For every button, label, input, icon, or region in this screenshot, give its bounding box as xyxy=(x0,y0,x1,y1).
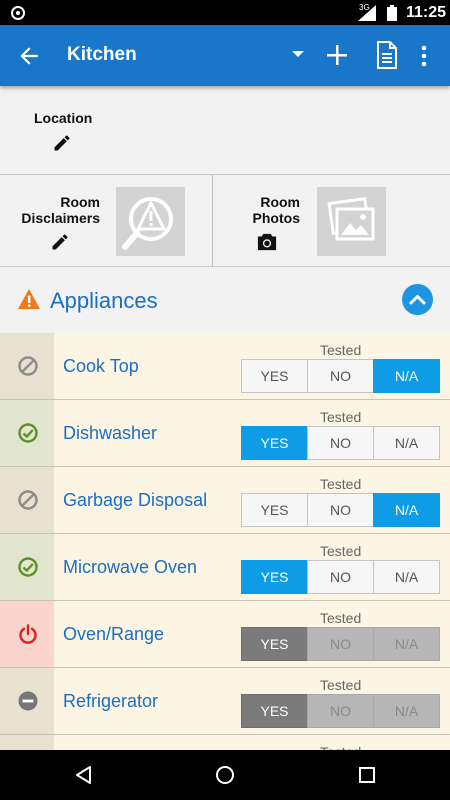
battery-icon xyxy=(387,5,397,21)
appliance-row[interactable]: Tested xyxy=(0,735,450,750)
tested-no-button[interactable]: NO xyxy=(307,359,374,393)
add-icon[interactable] xyxy=(326,44,348,66)
page-title[interactable]: Kitchen xyxy=(67,44,137,66)
appliance-row[interactable]: Oven/Range Tested YES NO N/A xyxy=(0,601,450,668)
tested-yes-button: YES xyxy=(241,627,308,661)
tested-yes-button[interactable]: YES xyxy=(241,359,308,393)
tested-no-button[interactable]: NO xyxy=(307,560,374,594)
chevron-up-icon xyxy=(409,295,426,305)
more-vert-icon[interactable] xyxy=(419,45,429,67)
tested-label: Tested xyxy=(320,476,362,492)
photos-placeholder-icon[interactable] xyxy=(317,187,386,256)
tested-toggle: YES NO N/A xyxy=(241,694,442,728)
tested-na-button[interactable]: N/A xyxy=(373,426,440,460)
camera-icon[interactable] xyxy=(256,232,278,252)
appliance-name[interactable]: Refrigerator xyxy=(63,691,158,712)
edit-location-icon[interactable] xyxy=(52,133,72,153)
power-icon xyxy=(19,624,37,644)
appliance-row[interactable]: Microwave Oven Tested YES NO N/A xyxy=(0,534,450,601)
appliance-name[interactable]: Cook Top xyxy=(63,356,139,377)
tested-na-button[interactable]: N/A xyxy=(373,493,440,527)
tested-yes-button: YES xyxy=(241,694,308,728)
tested-na-button: N/A xyxy=(373,694,440,728)
appliance-list[interactable]: Cook Top Tested YES NO N/A Dishwasher Tested YE… xyxy=(0,333,450,750)
status-strip xyxy=(0,601,54,667)
tested-toggle: YES NO N/A xyxy=(241,627,442,661)
status-strip xyxy=(0,467,54,533)
room-divider xyxy=(212,175,213,267)
appliance-row[interactable]: Cook Top Tested YES NO N/A xyxy=(0,333,450,400)
status-strip xyxy=(0,735,54,750)
tested-toggle: YES NO N/A xyxy=(241,426,442,460)
room-disclaimers-label: Room Disclaimers xyxy=(10,194,100,226)
signal-icon xyxy=(358,5,376,21)
appliance-name[interactable]: Microwave Oven xyxy=(63,557,197,578)
status-bar: 3G 11:25 xyxy=(0,0,450,25)
tested-no-button: NO xyxy=(307,694,374,728)
check-icon xyxy=(18,557,38,577)
tested-na-button: N/A xyxy=(373,627,440,661)
status-strip xyxy=(0,333,54,399)
tested-label: Tested xyxy=(320,342,362,358)
location-label: Location xyxy=(34,110,93,126)
app-bar: Kitchen xyxy=(0,25,450,86)
clock: 11:25 xyxy=(406,4,447,21)
room-photos-text: Room Photos xyxy=(252,194,300,226)
status-strip xyxy=(0,400,54,466)
appliance-name[interactable]: Oven/Range xyxy=(63,624,164,645)
appliance-row[interactable]: Garbage Disposal Tested YES NO N/A xyxy=(0,467,450,534)
appliances-header[interactable]: Appliances xyxy=(0,267,450,333)
status-strip xyxy=(0,534,54,600)
appliance-name[interactable]: Garbage Disposal xyxy=(63,490,207,511)
na-icon xyxy=(18,490,38,510)
tested-na-button[interactable]: N/A xyxy=(373,359,440,393)
nav-recents-icon[interactable] xyxy=(356,764,378,786)
appliance-row[interactable]: Dishwasher Tested YES NO N/A xyxy=(0,400,450,467)
room-photos-label: Room Photos xyxy=(232,194,300,226)
appliances-title: Appliances xyxy=(50,288,158,313)
appliance-name[interactable]: Dishwasher xyxy=(63,423,157,444)
disclaimers-placeholder-icon[interactable] xyxy=(116,187,185,256)
room-disclaimers-text: Room Disclaimers xyxy=(21,194,100,226)
tested-na-button[interactable]: N/A xyxy=(373,560,440,594)
appliance-row[interactable]: Refrigerator Tested YES NO N/A xyxy=(0,668,450,735)
notification-icon xyxy=(11,6,25,20)
nav-home-icon[interactable] xyxy=(214,764,236,786)
check-icon xyxy=(18,423,38,443)
tested-label: Tested xyxy=(320,409,362,425)
collapse-button[interactable] xyxy=(402,284,433,315)
tested-yes-button[interactable]: YES xyxy=(241,493,308,527)
tested-label: Tested xyxy=(320,543,362,559)
na-icon xyxy=(18,356,38,376)
tested-label: Tested xyxy=(320,677,362,693)
document-icon[interactable] xyxy=(376,41,398,69)
location-section: Location xyxy=(0,86,450,175)
tested-toggle: YES NO N/A xyxy=(241,493,442,527)
edit-disclaimers-icon[interactable] xyxy=(50,232,70,252)
tested-no-button: NO xyxy=(307,627,374,661)
screen: { "status_bar": { "time": "11:25", "netw… xyxy=(0,0,450,800)
tested-no-button[interactable]: NO xyxy=(307,426,374,460)
minus-circle-icon xyxy=(18,691,38,711)
tested-toggle: YES NO N/A xyxy=(241,359,442,393)
tested-yes-button[interactable]: YES xyxy=(241,426,308,460)
status-strip xyxy=(0,668,54,734)
nav-back-icon[interactable] xyxy=(73,764,95,786)
tested-yes-button[interactable]: YES xyxy=(241,560,308,594)
tested-toggle: YES NO N/A xyxy=(241,560,442,594)
warning-icon xyxy=(18,289,40,309)
tested-no-button[interactable]: NO xyxy=(307,493,374,527)
dropdown-icon[interactable] xyxy=(292,51,304,57)
navigation-bar xyxy=(0,750,450,800)
back-arrow-icon[interactable] xyxy=(16,43,42,69)
tested-label: Tested xyxy=(320,610,362,626)
room-section: Room Disclaimers Room Photos xyxy=(0,175,450,267)
